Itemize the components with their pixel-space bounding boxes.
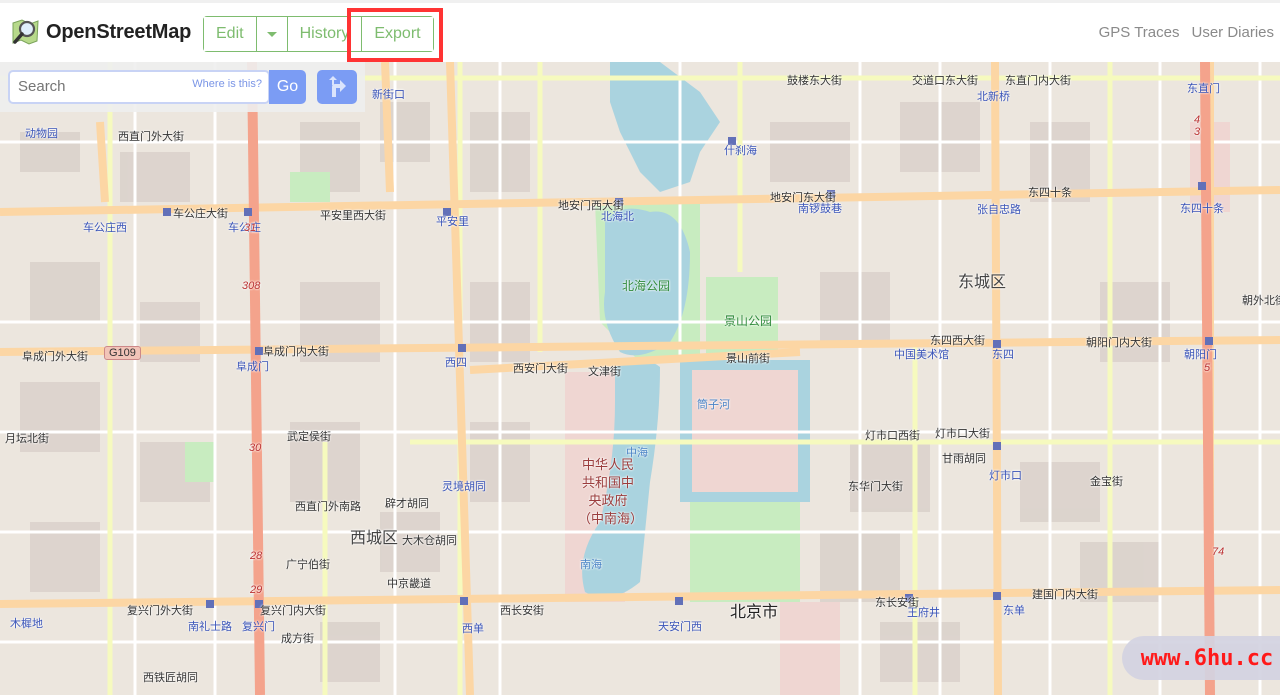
station-fuxingmen: 复兴门 xyxy=(242,621,275,633)
directions-icon xyxy=(329,76,346,97)
station-chaoyangmen: 朝阳门 xyxy=(1184,349,1217,361)
road-fuchengmen-waidajie: 阜成门外大街 xyxy=(22,351,88,363)
search-input[interactable] xyxy=(18,78,188,95)
ring-number-3: 3 xyxy=(1194,126,1201,138)
road-fuxingmen-waidajie: 复兴门外大街 xyxy=(127,605,193,617)
road-chegongzhuang-dajie: 车公庄大街 xyxy=(173,208,228,220)
road-dongchangan-jie: 东长安街 xyxy=(875,597,919,609)
road-jingshan-qianjie: 景山前街 xyxy=(726,353,770,365)
road-fuxingmen-neidajie: 复兴门内大街 xyxy=(260,605,326,617)
road-dongsi-shitiao: 东四十条 xyxy=(1028,187,1072,199)
road-jinbaojie: 金宝街 xyxy=(1090,476,1123,488)
district-label-dongcheng: 东城区 xyxy=(958,274,1007,291)
station-tiananmenxi: 天安门西 xyxy=(658,621,702,633)
station-chegongzhuangxi: 车公庄西 xyxy=(83,222,127,234)
station-xisi: 西四 xyxy=(445,357,467,369)
ring-number-30: 30 xyxy=(249,442,262,454)
nav-gps-traces[interactable]: GPS Traces xyxy=(1099,24,1180,41)
road-xitiejiang-hutong: 成方街 xyxy=(281,633,314,645)
road-gulou-dongdajie: 鼓楼东大街 xyxy=(787,75,842,87)
water-label-shichahai: 什刹海 xyxy=(724,145,757,157)
station-muxidi: 木樨地 xyxy=(10,618,43,630)
park-label-jingshan: 景山公园 xyxy=(724,314,773,328)
nav-user-diaries[interactable]: User Diaries xyxy=(1191,24,1274,41)
ring-number-29: 29 xyxy=(250,584,263,596)
road-picai-hutong: 辟才胡同 xyxy=(385,498,429,510)
route-shield-g109: G109 xyxy=(104,346,141,360)
ring-number-74: 74 xyxy=(1212,546,1225,558)
where-is-this-link[interactable]: Where is this? xyxy=(192,78,262,90)
road-dongsi-xidajie: 东四西大街 xyxy=(930,335,985,347)
search-box: Where is this? xyxy=(8,70,270,104)
road-dianmen-dongdajie: 地安门东大街 xyxy=(770,192,836,204)
go-button[interactable]: Go xyxy=(269,70,306,104)
station-nanlishilu: 南礼士路 xyxy=(188,621,232,633)
road-damucang-hutong: 大木仓胡同 xyxy=(402,535,457,547)
road-wenjinjie: 文津街 xyxy=(588,366,621,378)
road-jiaodaokou-dongdajie: 交道口东大街 xyxy=(912,75,978,87)
road-jianguomen-neidajie: 建国门内大街 xyxy=(1032,589,1098,601)
road-xichangan-jie: 西长安街 xyxy=(500,605,544,617)
road-ganyu-hutong: 甘雨胡同 xyxy=(942,453,986,465)
directions-button[interactable] xyxy=(317,70,357,104)
ring-number-28: 28 xyxy=(250,550,263,562)
brand-logo[interactable]: OpenStreetMap xyxy=(10,17,191,47)
edit-dropdown-toggle[interactable] xyxy=(256,17,288,51)
district-label-xicheng: 西城区 xyxy=(350,530,399,547)
road-guangningbo-jie: 西直门外南路 xyxy=(295,501,361,513)
road-yuetan-beijie: 月坛北街 xyxy=(5,433,49,445)
government-label: 中华人民共和国中央政府（中南海） xyxy=(578,457,644,526)
watermark-badge: www.6hu.cc xyxy=(1122,636,1280,680)
map-canvas[interactable]: 西城区 东城区 北京市 北海公园 景山公园 中海 南海 什刹海 筒子河 中华人民… xyxy=(0,62,1280,695)
station-dongwuyuan: 动物园 xyxy=(25,128,58,140)
water-label-tongzihe: 筒子河 xyxy=(697,399,730,411)
road-zhenwumiao-lusitiao: 西铁匠胡同 xyxy=(143,672,198,684)
top-header: OpenStreetMap Edit History Export GPS Tr… xyxy=(0,0,1280,62)
road-dianmen-xidajie: 地安门西大街 xyxy=(558,200,624,212)
station-beixinqiao: 北新桥 xyxy=(977,91,1010,103)
brand-name: OpenStreetMap xyxy=(46,20,192,43)
road-wudinghoujie: 武定侯街 xyxy=(287,431,331,443)
ring-number-5: 5 xyxy=(1204,362,1211,374)
station-zhangzizhonglu: 张自忠路 xyxy=(977,204,1021,216)
road-dongzhimen-neidajie: 东直门内大街 xyxy=(1005,75,1071,87)
station-lingjinghutong: 灵境胡同 xyxy=(442,481,486,493)
secondary-nav: GPS Traces User Diaries xyxy=(1099,24,1274,41)
park-label-beihai: 北海公园 xyxy=(622,279,671,293)
tab-edit[interactable]: Edit xyxy=(204,17,257,51)
road-donghuamen-dajie: 东华门大街 xyxy=(848,481,903,493)
road-chaoyangmen-neidajie: 朝阳门内大街 xyxy=(1086,337,1152,349)
road-dengshikou-dajie: 灯市口大街 xyxy=(935,428,990,440)
ring-number-4: 4 xyxy=(1194,114,1201,126)
station-dengshikou: 灯市口 xyxy=(989,470,1022,482)
road-pinganli-xidajie: 平安里西大街 xyxy=(320,210,386,222)
primary-tabs: Edit History Export xyxy=(203,16,434,52)
station-dongdan: 东单 xyxy=(1003,605,1025,617)
tab-history[interactable]: History xyxy=(287,17,363,51)
osm-logo-icon xyxy=(12,19,39,45)
road-dengshikou-xijie: 灯市口西街 xyxy=(865,430,920,442)
road-xianmen-dajie: 西安门大街 xyxy=(513,363,568,375)
station-meishuguan: 中国美术馆 xyxy=(894,349,949,361)
station-dongsi: 东四 xyxy=(992,349,1014,361)
search-panel: Where is this? Go xyxy=(0,62,365,112)
ring-number-308: 308 xyxy=(242,280,261,292)
caret-down-icon xyxy=(266,31,277,37)
station-xidan: 西单 xyxy=(462,623,484,635)
station-dongzhimen: 东直门 xyxy=(1187,83,1220,95)
tab-export[interactable]: Export xyxy=(362,17,433,51)
watermark-text: www.6hu.cc xyxy=(1140,645,1274,671)
road-zhongjing-jidao: 中京畿道 xyxy=(387,578,431,590)
station-xinjiekou: 新街口 xyxy=(372,89,405,101)
road-chaowai-beijie: 朝外北街 xyxy=(1242,295,1280,307)
road-xizhimen-wainanlu: 西直门外大街 xyxy=(118,131,184,143)
station-fuchengmen: 阜成门 xyxy=(236,361,269,373)
station-dongsishitiao: 东四十条 xyxy=(1180,203,1224,215)
ring-number-31: 31 xyxy=(244,222,257,234)
road-fuchengmen-neidajie: 阜成门内大街 xyxy=(263,346,329,358)
city-label-beijing: 北京市 xyxy=(730,604,779,621)
water-label-nanhai: 南海 xyxy=(580,559,602,571)
road-chengfangjie: 广宁伯街 xyxy=(286,559,330,571)
station-pinganli: 平安里 xyxy=(436,216,469,228)
